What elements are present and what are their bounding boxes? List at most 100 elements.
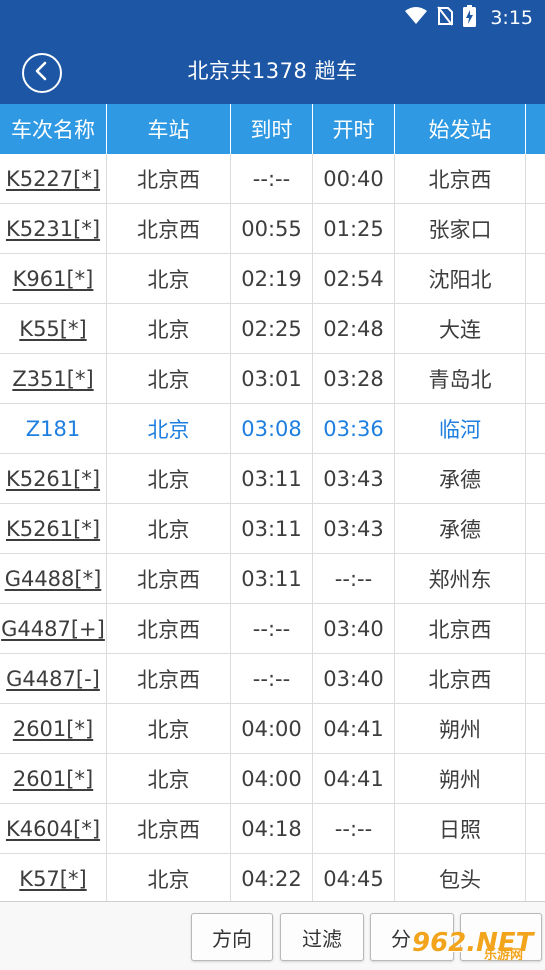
share-button[interactable]: 分 xyxy=(370,913,454,961)
cell-arrive-time: 02:19 xyxy=(231,254,313,304)
cell-extra xyxy=(526,554,545,604)
cell-extra xyxy=(526,204,545,254)
cell-origin: 朔州 xyxy=(395,704,526,754)
cell-origin: 大连 xyxy=(395,304,526,354)
table-row[interactable]: K4604[*] 北京西 04:18 --:-- 日照 xyxy=(0,804,545,854)
cell-train-number[interactable]: G4488[*] xyxy=(0,554,107,604)
table-row[interactable]: 2601[*] 北京 04:00 04:41 朔州 xyxy=(0,704,545,754)
cell-depart-time: 03:36 xyxy=(313,404,395,454)
cell-origin: 包头 xyxy=(395,854,526,901)
cell-station: 北京 xyxy=(107,704,231,754)
table-row[interactable]: K5227[*] 北京西 --:-- 00:40 北京西 xyxy=(0,154,545,204)
cell-origin: 青岛北 xyxy=(395,354,526,404)
cell-depart-time: 03:40 xyxy=(313,654,395,704)
cell-station: 北京西 xyxy=(107,554,231,604)
cell-train-number[interactable]: K57[*] xyxy=(0,854,107,901)
cell-station: 北京 xyxy=(107,304,231,354)
cell-extra xyxy=(526,404,545,454)
cell-extra xyxy=(526,454,545,504)
cell-depart-time: 02:54 xyxy=(313,254,395,304)
cell-origin: 承德 xyxy=(395,454,526,504)
cell-arrive-time: 03:01 xyxy=(231,354,313,404)
cell-extra xyxy=(526,504,545,554)
cell-extra xyxy=(526,654,545,704)
cell-origin: 北京西 xyxy=(395,604,526,654)
cell-train-number[interactable]: Z181 xyxy=(0,404,107,454)
bottom-toolbar: 方向 过滤 分 xyxy=(0,901,545,970)
cell-extra xyxy=(526,854,545,901)
cell-arrive-time: --:-- xyxy=(231,654,313,704)
table-row[interactable]: 2601[*] 北京 04:00 04:41 朔州 xyxy=(0,754,545,804)
cell-extra xyxy=(526,754,545,804)
cell-station: 北京西 xyxy=(107,204,231,254)
table-row[interactable]: G4487[+] 北京西 --:-- 03:40 北京西 xyxy=(0,604,545,654)
column-header-more[interactable] xyxy=(526,104,545,154)
cell-origin: 日照 xyxy=(395,804,526,854)
cell-depart-time: 03:40 xyxy=(313,604,395,654)
cell-train-number[interactable]: K5231[*] xyxy=(0,204,107,254)
cell-station: 北京 xyxy=(107,254,231,304)
cell-train-number[interactable]: G4487[-] xyxy=(0,654,107,704)
cell-train-number[interactable]: 2601[*] xyxy=(0,704,107,754)
cell-station: 北京西 xyxy=(107,804,231,854)
table-row[interactable]: Z181 北京 03:08 03:36 临河 xyxy=(0,404,545,454)
cell-train-number[interactable]: 2601[*] xyxy=(0,754,107,804)
column-header-train[interactable]: 车次名称 xyxy=(0,104,107,154)
cell-station: 北京 xyxy=(107,854,231,901)
cell-arrive-time: 03:11 xyxy=(231,504,313,554)
table-header: 车次名称 车站 到时 开时 始发站 xyxy=(0,104,545,154)
table-row[interactable]: K57[*] 北京 04:22 04:45 包头 xyxy=(0,854,545,901)
battery-charging-icon xyxy=(463,5,477,31)
cell-arrive-time: --:-- xyxy=(231,604,313,654)
table-row[interactable]: K5261[*] 北京 03:11 03:43 承德 xyxy=(0,454,545,504)
cell-depart-time: 00:40 xyxy=(313,154,395,204)
table-row[interactable]: G4488[*] 北京西 03:11 --:-- 郑州东 xyxy=(0,554,545,604)
cell-station: 北京 xyxy=(107,454,231,504)
train-list[interactable]: K5227[*] 北京西 --:-- 00:40 北京西 K5231[*] 北京西 00:55… xyxy=(0,154,545,901)
cell-extra xyxy=(526,304,545,354)
table-row[interactable]: K5231[*] 北京西 00:55 01:25 张家口 xyxy=(0,204,545,254)
cell-origin: 承德 xyxy=(395,504,526,554)
cell-train-number[interactable]: K55[*] xyxy=(0,304,107,354)
cell-origin: 朔州 xyxy=(395,754,526,804)
table-row[interactable]: K55[*] 北京 02:25 02:48 大连 xyxy=(0,304,545,354)
direction-button[interactable]: 方向 xyxy=(191,913,273,961)
cell-origin: 张家口 xyxy=(395,204,526,254)
table-row[interactable]: Z351[*] 北京 03:01 03:28 青岛北 xyxy=(0,354,545,404)
cell-depart-time: 04:41 xyxy=(313,754,395,804)
cell-arrive-time: 04:22 xyxy=(231,854,313,901)
no-sim-icon xyxy=(437,6,454,30)
app-header: 北京共1378 趟车 xyxy=(0,36,545,104)
cell-station: 北京 xyxy=(107,354,231,404)
more-button[interactable] xyxy=(460,913,542,961)
cell-origin: 郑州东 xyxy=(395,554,526,604)
cell-origin: 北京西 xyxy=(395,654,526,704)
cell-train-number[interactable]: Z351[*] xyxy=(0,354,107,404)
table-row[interactable]: K961[*] 北京 02:19 02:54 沈阳北 xyxy=(0,254,545,304)
column-header-origin[interactable]: 始发站 xyxy=(395,104,526,154)
cell-station: 北京 xyxy=(107,404,231,454)
cell-train-number[interactable]: K5261[*] xyxy=(0,504,107,554)
cell-train-number[interactable]: K5261[*] xyxy=(0,454,107,504)
cell-origin: 临河 xyxy=(395,404,526,454)
cell-train-number[interactable]: K4604[*] xyxy=(0,804,107,854)
column-header-arrive[interactable]: 到时 xyxy=(231,104,313,154)
cell-depart-time: 03:43 xyxy=(313,454,395,504)
column-header-depart[interactable]: 开时 xyxy=(313,104,395,154)
cell-depart-time: --:-- xyxy=(313,804,395,854)
cell-station: 北京 xyxy=(107,504,231,554)
status-bar: 3:15 xyxy=(0,0,545,36)
cell-train-number[interactable]: K5227[*] xyxy=(0,154,107,204)
cell-depart-time: 01:25 xyxy=(313,204,395,254)
cell-arrive-time: 00:55 xyxy=(231,204,313,254)
filter-button[interactable]: 过滤 xyxy=(280,913,364,961)
cell-station: 北京 xyxy=(107,754,231,804)
column-header-station[interactable]: 车站 xyxy=(107,104,231,154)
table-row[interactable]: G4487[-] 北京西 --:-- 03:40 北京西 xyxy=(0,654,545,704)
cell-train-number[interactable]: G4487[+] xyxy=(0,604,107,654)
cell-depart-time: 02:48 xyxy=(313,304,395,354)
cell-arrive-time: 04:00 xyxy=(231,704,313,754)
table-row[interactable]: K5261[*] 北京 03:11 03:43 承德 xyxy=(0,504,545,554)
cell-train-number[interactable]: K961[*] xyxy=(0,254,107,304)
cell-extra xyxy=(526,254,545,304)
